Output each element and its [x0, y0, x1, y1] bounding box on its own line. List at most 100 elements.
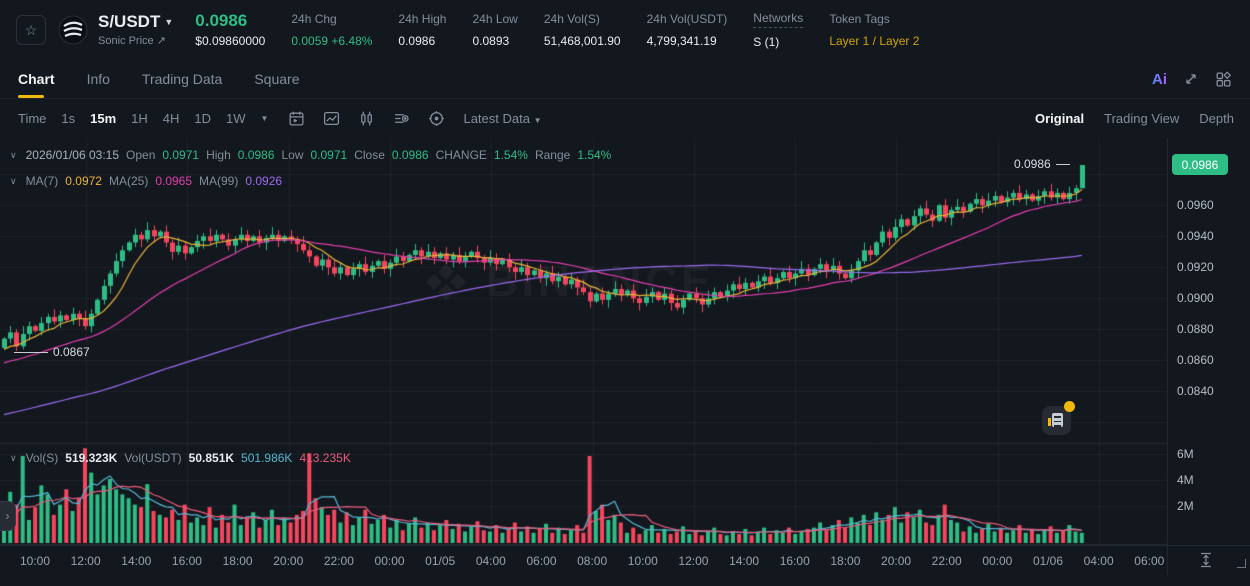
price-tick: 0.0880 — [1177, 322, 1214, 336]
tf-time[interactable]: Time — [18, 111, 46, 126]
time-tick: 06:00 — [1134, 554, 1164, 568]
bar-low: 0.0971 — [310, 148, 347, 162]
tab-trading-data[interactable]: Trading Data — [142, 60, 222, 98]
timeframe-dropdown-icon[interactable]: ▼ — [261, 114, 269, 123]
time-tick: 10:00 — [20, 554, 50, 568]
price-tick: 0.0940 — [1177, 229, 1214, 243]
bar-close: 0.0986 — [392, 148, 429, 162]
ai-assistant-button[interactable]: Ai — [1152, 71, 1167, 88]
calendar-icon[interactable] — [288, 110, 305, 127]
chevron-down-icon: ▼ — [534, 116, 542, 125]
time-tick: 20:00 — [273, 554, 303, 568]
collapse-ohlc-icon[interactable]: ∨ — [10, 150, 17, 161]
time-tick: 22:00 — [932, 554, 962, 568]
price-tick: 0.0840 — [1177, 384, 1214, 398]
time-tick: 12:00 — [71, 554, 101, 568]
vol-ma5-value: 501.986K — [241, 451, 292, 465]
fullscreen-icon[interactable] — [1183, 71, 1199, 87]
chart-mode-original[interactable]: Original — [1035, 111, 1084, 126]
chart-settings-icon[interactable] — [428, 110, 445, 127]
layout-grid-icon[interactable] — [1215, 71, 1232, 88]
stat-networks[interactable]: Networks S (1) — [753, 11, 803, 50]
chart-canvas[interactable] — [0, 138, 1167, 545]
pane-expand-handle[interactable]: › — [0, 501, 16, 531]
price-tick: 0.0900 — [1177, 291, 1214, 305]
time-tick: 12:00 — [678, 554, 708, 568]
time-tick: 20:00 — [881, 554, 911, 568]
bar-open: 0.0971 — [162, 148, 199, 162]
time-tick: 04:00 — [1084, 554, 1114, 568]
tab-chart[interactable]: Chart — [18, 60, 55, 98]
collapse-volume-icon[interactable]: ∨ — [10, 453, 17, 464]
stat-24h-chg: 24h Chg 0.0059 +6.48% — [291, 12, 372, 48]
stat-24h-low: 24h Low 0.0893 — [472, 12, 517, 48]
ohlc-legend: ∨ 2026/01/06 03:15 Open0.0971 High0.0986… — [10, 148, 611, 162]
news-marker-icon[interactable] — [1042, 406, 1071, 435]
time-tick: 00:00 — [375, 554, 405, 568]
time-axis[interactable]: 10:00 12:00 14:00 16:00 18:00 20:00 22:00 00:00… — [0, 545, 1250, 575]
last-price-badge: 0.0986 — [1172, 154, 1228, 175]
usd-price: $0.09860000 — [195, 35, 265, 49]
ma-legend: ∨ MA(7)0.0972 MA(25)0.0965 MA(99)0.0926 — [10, 174, 282, 188]
time-tick: 16:00 — [780, 554, 810, 568]
chart-toolbar: Time 1s 15m 1H 4H 1D 1W ▼ Latest Data ▼ … — [0, 99, 1250, 138]
stat-24h-vol-base: 24h Vol(S) 51,468,001.90 — [544, 12, 621, 48]
chart-mode-tradingview[interactable]: Trading View — [1104, 111, 1179, 126]
collapse-ma-icon[interactable]: ∨ — [10, 176, 17, 187]
time-tick: 14:00 — [121, 554, 151, 568]
bar-change: 1.54% — [494, 148, 528, 162]
bar-range: 1.54% — [577, 148, 611, 162]
time-tick: 08:00 — [577, 554, 607, 568]
pair-selector[interactable]: S/USDT ▼ Sonic Price ↗ — [98, 13, 173, 47]
latest-data-dropdown[interactable]: Latest Data ▼ — [463, 111, 541, 126]
time-tick: 00:00 — [982, 554, 1012, 568]
tf-4h[interactable]: 4H — [163, 111, 180, 126]
favorite-button[interactable]: ☆ — [16, 15, 46, 45]
tf-1h[interactable]: 1H — [131, 111, 148, 126]
time-tick: 10:00 — [628, 554, 658, 568]
time-tick: 14:00 — [729, 554, 759, 568]
time-tick: 01/05 — [425, 554, 455, 568]
vol-usdt-value: 50.851K — [189, 451, 234, 465]
sonic-logo-icon — [58, 15, 88, 45]
chart-mode-depth[interactable]: Depth — [1199, 111, 1234, 126]
pair-name: S/USDT — [98, 12, 160, 31]
vol-ma10-value: 413.235K — [299, 451, 350, 465]
volume-tick: 2M — [1177, 499, 1194, 513]
ma7-value: 0.0972 — [65, 174, 102, 188]
time-tick: 04:00 — [476, 554, 506, 568]
token-tags-link[interactable]: Layer 1 / Layer 2 — [829, 34, 919, 48]
volume-tick: 4M — [1177, 473, 1194, 487]
trading-app: ☆ S/USDT ▼ Sonic Price ↗ 0.0986 $0.098600… — [0, 0, 1250, 586]
stat-24h-vol-quote: 24h Vol(USDT) 4,799,341.19 — [647, 12, 728, 48]
stat-24h-high: 24h High 0.0986 — [398, 12, 446, 48]
time-tick: 18:00 — [830, 554, 860, 568]
candlestick-icon[interactable] — [358, 110, 375, 127]
indicator-settings-icon[interactable] — [393, 110, 410, 127]
price-tick: 0.0860 — [1177, 353, 1214, 367]
tab-square[interactable]: Square — [254, 60, 299, 98]
tf-1d[interactable]: 1D — [194, 111, 211, 126]
time-tick: 06:00 — [526, 554, 556, 568]
bar-datetime: 2026/01/06 03:15 — [26, 148, 119, 162]
last-price: 0.0986 — [195, 11, 265, 31]
sonic-price-link[interactable]: Sonic Price ↗ — [98, 35, 173, 47]
price-tick: 0.0920 — [1177, 260, 1214, 274]
tf-1w[interactable]: 1W — [226, 111, 246, 126]
main-tabbar: Chart Info Trading Data Square Ai — [0, 60, 1250, 99]
time-tick: 22:00 — [324, 554, 354, 568]
price-block: 0.0986 $0.09860000 — [195, 11, 265, 48]
line-chart-icon[interactable] — [323, 110, 340, 127]
tf-1s[interactable]: 1s — [61, 111, 75, 126]
volume-legend: ∨ Vol(S)519.323K Vol(USDT)50.851K 501.98… — [10, 451, 351, 465]
tab-info[interactable]: Info — [87, 60, 110, 98]
chevron-down-icon: ▼ — [164, 17, 173, 27]
low-price-label: 0.0867 — [14, 345, 90, 359]
ma99-value: 0.0926 — [245, 174, 282, 188]
chart-region: BINANCE ∨ 2026/01/06 03:15 Open0.0971 Hi… — [0, 138, 1250, 575]
pair-header: ☆ S/USDT ▼ Sonic Price ↗ 0.0986 $0.098600… — [0, 0, 1250, 60]
tf-15m[interactable]: 15m — [90, 111, 116, 126]
star-icon: ☆ — [25, 22, 38, 39]
vol-s-value: 519.323K — [65, 451, 117, 465]
price-axis[interactable]: 0.0986 0.09600.09400.09200.09000.08800.0… — [1167, 138, 1250, 575]
